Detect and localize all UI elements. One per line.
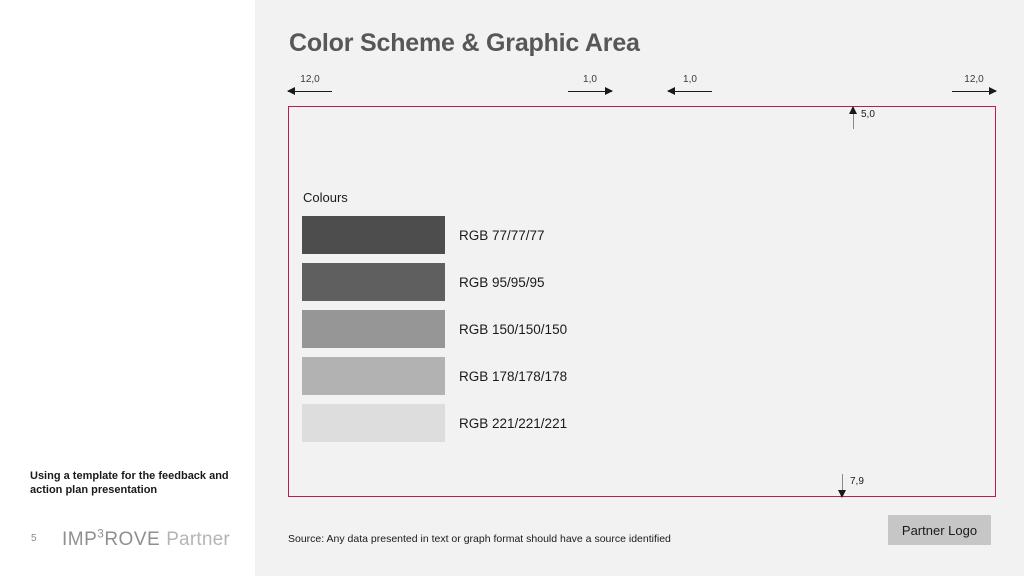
partner-logo-label: Partner Logo bbox=[901, 522, 978, 538]
dimension-label-top-right: 12,0 bbox=[964, 74, 984, 85]
dimension-label-top-mid-left: 1,0 bbox=[583, 74, 597, 85]
dimension-marker-inner-bottom: 7,9 bbox=[838, 474, 868, 498]
colour-swatch-label: RGB 95/95/95 bbox=[459, 274, 545, 290]
colour-swatch-row: RGB 178/178/178 bbox=[302, 357, 567, 395]
colour-swatch-chip bbox=[302, 310, 445, 348]
source-line: Source: Any data presented in text or gr… bbox=[288, 533, 671, 545]
dimension-marker-inner-top: 5,0 bbox=[849, 106, 879, 129]
colour-swatch-chip bbox=[302, 263, 445, 301]
brand-logo-mark-tail: ROVE bbox=[104, 529, 161, 551]
colour-swatch-chip bbox=[302, 404, 445, 442]
colour-swatch-label: RGB 77/77/77 bbox=[459, 227, 545, 243]
dimension-marker-top-mid-right: 1,0 bbox=[667, 74, 712, 99]
colours-heading: Colours bbox=[303, 190, 348, 205]
dimension-marker-top-mid-left: 1,0 bbox=[568, 74, 613, 99]
arrow-down-icon bbox=[838, 490, 846, 498]
page-title: Color Scheme & Graphic Area bbox=[289, 29, 640, 57]
colour-swatch-chip bbox=[302, 357, 445, 395]
arrow-up-icon bbox=[849, 106, 857, 114]
dimension-marker-top-right: 12,0 bbox=[952, 74, 997, 99]
colour-swatch-row: RGB 150/150/150 bbox=[302, 310, 567, 348]
arrow-left-icon bbox=[667, 87, 675, 95]
brand-logo-mark: IMP3ROVE bbox=[62, 528, 161, 551]
footer-note: Using a template for the feedback and ac… bbox=[30, 470, 229, 496]
colour-swatch-row: RGB 77/77/77 bbox=[302, 216, 567, 254]
colour-swatch-row: RGB 95/95/95 bbox=[302, 263, 567, 301]
colour-swatch-label: RGB 221/221/221 bbox=[459, 415, 568, 431]
arrow-right-icon bbox=[989, 87, 997, 95]
colour-swatch-label: RGB 150/150/150 bbox=[459, 321, 568, 337]
dimension-label-top-left: 12,0 bbox=[300, 74, 320, 85]
colour-swatch-chip bbox=[302, 216, 445, 254]
colour-swatch-row: RGB 221/221/221 bbox=[302, 404, 567, 442]
slide-canvas: Color Scheme & Graphic Area 12,0 1,0 1,0… bbox=[0, 0, 1024, 576]
dimension-label-top-mid-right: 1,0 bbox=[683, 74, 697, 85]
partner-logo-placeholder: Partner Logo bbox=[888, 515, 991, 545]
colour-swatch-label: RGB 178/178/178 bbox=[459, 368, 568, 384]
dimension-marker-top-left: 12,0 bbox=[287, 74, 332, 99]
brand-logo-mark-text: IMP bbox=[62, 529, 98, 551]
page-number: 5 bbox=[31, 533, 37, 544]
arrow-left-icon bbox=[287, 87, 295, 95]
brand-logo: IMP3ROVE Partner bbox=[62, 528, 230, 551]
dimension-label-inner-top: 5,0 bbox=[861, 109, 875, 120]
brand-logo-sub: Partner bbox=[166, 529, 230, 551]
colour-swatch-list: RGB 77/77/77 RGB 95/95/95 RGB 150/150/15… bbox=[302, 216, 567, 451]
dimension-label-inner-bottom: 7,9 bbox=[850, 476, 864, 487]
arrow-right-icon bbox=[605, 87, 613, 95]
